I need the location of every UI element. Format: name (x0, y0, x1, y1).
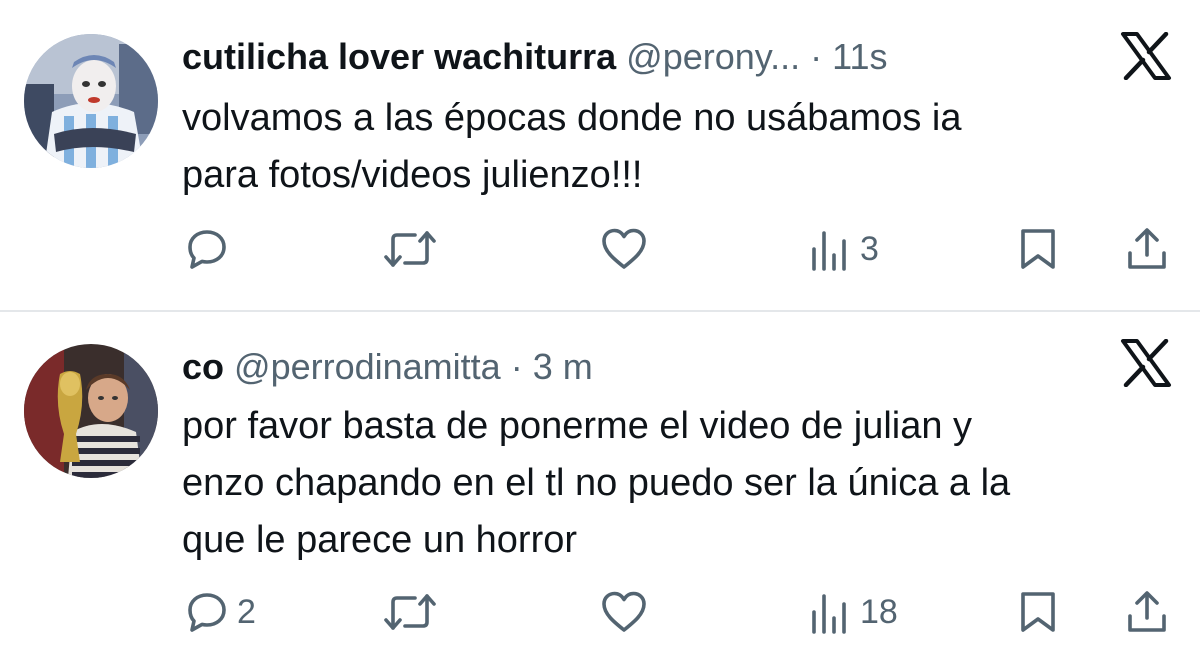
separator-dot: · (810, 36, 823, 77)
reply-button[interactable]: 2 (185, 590, 256, 634)
avatar[interactable] (24, 34, 158, 168)
heart-icon (602, 591, 646, 632)
tweet[interactable]: co @perrodinamitta · 3 m por favor basta… (0, 312, 1200, 668)
share-button[interactable] (1125, 227, 1169, 271)
tweet-text-line: que le parece un horror (182, 519, 578, 561)
user-handle[interactable]: @perony... (626, 36, 800, 77)
action-bar: 3 (0, 227, 1200, 271)
reply-icon (188, 593, 226, 632)
tweet-text-line: volvamos a las épocas donde no usábamos … (182, 97, 962, 139)
retweet-button[interactable] (383, 590, 437, 634)
like-button[interactable] (600, 590, 648, 634)
avatar[interactable] (24, 344, 158, 478)
tweet-text: volvamos a las épocas donde no usábamos … (182, 90, 1162, 204)
tweet[interactable]: cutilicha lover wachiturra @perony... · … (0, 0, 1200, 310)
x-logo-icon (1120, 339, 1172, 387)
share-icon (1128, 591, 1166, 632)
retweet-icon (384, 231, 436, 267)
heart-icon (602, 228, 646, 269)
views-icon (812, 594, 846, 634)
avatar-image (24, 344, 158, 478)
bookmark-button[interactable] (1018, 590, 1058, 634)
timestamp[interactable]: 11s (832, 36, 887, 77)
share-button[interactable] (1125, 590, 1169, 634)
bookmark-icon (1021, 592, 1055, 632)
share-icon (1128, 228, 1166, 269)
tweet-text-line: para fotos/videos julienzo!!! (182, 154, 643, 196)
reply-icon (188, 230, 226, 269)
like-button[interactable] (600, 227, 648, 271)
user-handle[interactable]: @perrodinamitta (234, 346, 501, 387)
views-button[interactable]: 18 (808, 590, 898, 634)
display-name[interactable]: cutilicha lover wachiturra (182, 36, 616, 77)
reply-button[interactable] (185, 227, 237, 271)
views-count: 18 (860, 593, 898, 631)
tweet-header: cutilicha lover wachiturra @perony... · … (182, 33, 888, 81)
bookmark-icon (1021, 229, 1055, 269)
display-name[interactable]: co (182, 346, 224, 387)
tweet-text-line: enzo chapando en el tl no puedo ser la ú… (182, 462, 1011, 504)
tweet-text: por favor basta de ponerme el video de j… (182, 398, 1162, 569)
retweet-icon (384, 594, 436, 630)
tweet-text-line: por favor basta de ponerme el video de j… (182, 405, 973, 447)
timestamp[interactable]: 3 m (533, 346, 593, 387)
avatar-image (24, 34, 158, 168)
views-icon (812, 231, 846, 271)
action-bar: 2 18 (0, 590, 1200, 634)
bookmark-button[interactable] (1018, 227, 1058, 271)
retweet-button[interactable] (383, 227, 437, 271)
tweet-header: co @perrodinamitta · 3 m (182, 343, 593, 391)
x-logo-icon (1120, 32, 1172, 80)
separator-dot: · (510, 346, 523, 387)
views-button[interactable]: 3 (808, 227, 879, 271)
views-count: 3 (860, 230, 879, 268)
reply-count: 2 (237, 593, 256, 631)
